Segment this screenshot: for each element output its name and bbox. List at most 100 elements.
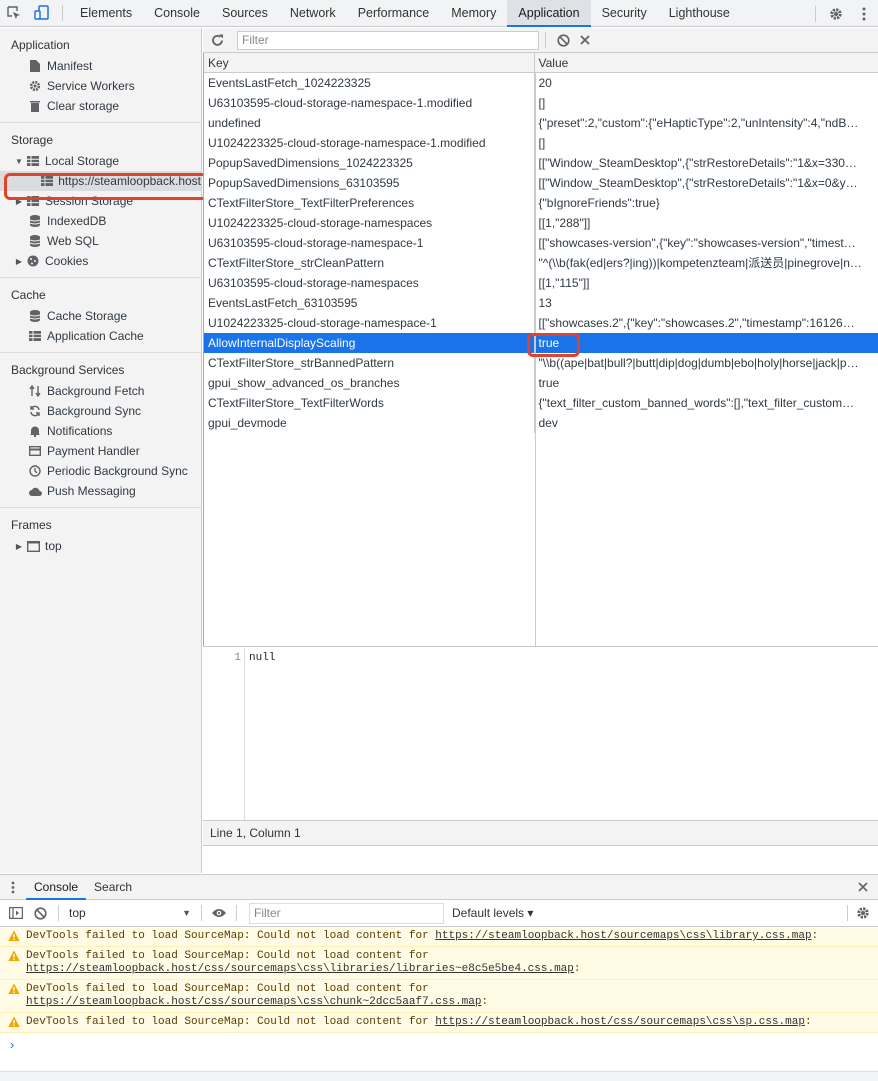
table-row[interactable]: CTextFilterStore_TextFilterPreferences {"…	[204, 193, 878, 213]
table-row[interactable]: gpui_show_advanced_os_branches true	[204, 373, 878, 393]
log-levels-dropdown[interactable]: Default levels ▾	[452, 906, 533, 920]
cell-value[interactable]: []	[535, 133, 878, 153]
cell-value[interactable]: {"text_filter_custom_banned_words":[],"t…	[535, 393, 878, 413]
close-drawer-icon[interactable]	[858, 881, 868, 895]
table-row[interactable]: U1024223325-cloud-storage-namespace-1 [["…	[204, 313, 878, 333]
table-row[interactable]: EventsLastFetch_63103595 13	[204, 293, 878, 313]
cell-key[interactable]: PopupSavedDimensions_63103595	[204, 173, 535, 193]
cell-key[interactable]: EventsLastFetch_63103595	[204, 293, 535, 313]
cell-value[interactable]: []	[535, 93, 878, 113]
table-row[interactable]: U1024223325-cloud-storage-namespace-1.mo…	[204, 133, 878, 153]
tab-performance[interactable]: Performance	[347, 0, 441, 27]
cell-value[interactable]: [["showcases-version",{"key":"showcases-…	[535, 233, 878, 253]
table-row[interactable]: PopupSavedDimensions_1024223325 [["Window…	[204, 153, 878, 173]
cell-key[interactable]: undefined	[204, 113, 535, 133]
cell-key[interactable]: gpui_devmode	[204, 413, 535, 433]
sidebar-item-frame-top[interactable]: ▶ top	[0, 536, 201, 556]
more-options-icon[interactable]	[850, 0, 878, 27]
cell-key[interactable]: CTextFilterStore_TextFilterPreferences	[204, 193, 535, 213]
table-row[interactable]: U1024223325-cloud-storage-namespaces [[1,…	[204, 213, 878, 233]
cell-key[interactable]: EventsLastFetch_1024223325	[204, 73, 535, 93]
clear-console-icon[interactable]	[28, 906, 52, 920]
drawer-tab-search[interactable]: Search	[86, 875, 140, 900]
cell-key[interactable]: AllowInternalDisplayScaling	[204, 333, 535, 353]
sidebar-item-cookies[interactable]: ▶ Cookies	[0, 251, 201, 271]
expand-down-icon[interactable]: ▼	[14, 157, 24, 166]
storage-filter-input[interactable]: Filter	[237, 30, 539, 50]
clear-all-icon[interactable]	[552, 33, 574, 47]
preview-code[interactable]: null	[249, 652, 275, 664]
tab-lighthouse[interactable]: Lighthouse	[658, 0, 741, 27]
cell-value[interactable]: [["Window_SteamDesktop",{"strRestoreDeta…	[535, 173, 878, 193]
cell-key[interactable]: CTextFilterStore_strBannedPattern	[204, 353, 535, 373]
execution-context-select[interactable]: top ▼	[65, 904, 195, 923]
sidebar-item-indexeddb[interactable]: IndexedDB	[0, 211, 201, 231]
cell-value[interactable]: true	[535, 373, 878, 393]
sidebar-item-periodic-background-sync[interactable]: Periodic Background Sync	[0, 461, 201, 481]
cell-key[interactable]: CTextFilterStore_TextFilterWords	[204, 393, 535, 413]
table-row[interactable]: gpui_devmode dev	[204, 413, 878, 433]
cell-value[interactable]: {"bIgnoreFriends":true}	[535, 193, 878, 213]
delete-selected-icon[interactable]	[574, 35, 596, 45]
sidebar-item-service-workers[interactable]: Service Workers	[0, 76, 201, 96]
sidebar-item-background-fetch[interactable]: Background Fetch	[0, 381, 201, 401]
cell-key[interactable]: gpui_show_advanced_os_branches	[204, 373, 535, 393]
tab-application[interactable]: Application	[507, 0, 591, 27]
inspect-element-icon[interactable]	[0, 0, 28, 27]
cell-key[interactable]: U1024223325-cloud-storage-namespace-1.mo…	[204, 133, 535, 153]
sidebar-item-local-storage[interactable]: ▼ Local Storage	[0, 151, 201, 171]
cell-value[interactable]: 20	[535, 73, 878, 93]
console-prompt[interactable]: ›	[0, 1033, 878, 1056]
cell-value[interactable]: true	[535, 333, 878, 353]
console-filter-input[interactable]: Filter	[249, 902, 444, 924]
table-row[interactable]: PopupSavedDimensions_63103595 [["Window_S…	[204, 173, 878, 193]
column-header-key[interactable]: Key	[204, 53, 535, 72]
value-preview-editor[interactable]: 1 null	[203, 648, 878, 820]
table-row[interactable]: U63103595-cloud-storage-namespaces [[1,"1…	[204, 273, 878, 293]
drawer-menu-icon[interactable]	[0, 881, 26, 894]
tab-memory[interactable]: Memory	[440, 0, 507, 27]
cell-value[interactable]: [["Window_SteamDesktop",{"strRestoreDeta…	[535, 153, 878, 173]
sourcemap-link[interactable]: https://steamloopback.host/css/sourcemap…	[26, 996, 481, 1008]
sourcemap-link[interactable]: https://steamloopback.host/css/sourcemap…	[435, 1016, 805, 1028]
sidebar-item-notifications[interactable]: Notifications	[0, 421, 201, 441]
column-header-value[interactable]: Value	[535, 53, 878, 72]
tab-console[interactable]: Console	[143, 0, 211, 27]
live-expression-eye-icon[interactable]	[208, 908, 230, 918]
sourcemap-link[interactable]: https://steamloopback.host/sourcemaps\cs…	[435, 930, 811, 942]
cell-value[interactable]: "^(\\b(fak(ed|ers?|ing))|kompetenzteam|派…	[535, 253, 878, 273]
settings-gear-icon[interactable]	[822, 0, 850, 27]
cell-value[interactable]: "\\b((ape|bat|bull?|butt|dip|dog|dumb|eb…	[535, 353, 878, 373]
sidebar-toggle-icon[interactable]	[4, 907, 28, 919]
cell-key[interactable]: U63103595-cloud-storage-namespace-1.modi…	[204, 93, 535, 113]
tab-elements[interactable]: Elements	[69, 0, 143, 27]
sidebar-item-push-messaging[interactable]: Push Messaging	[0, 481, 201, 501]
sidebar-item-background-sync[interactable]: Background Sync	[0, 401, 201, 421]
tab-network[interactable]: Network	[279, 0, 347, 27]
cell-key[interactable]: U63103595-cloud-storage-namespace-1	[204, 233, 535, 253]
refresh-icon[interactable]	[211, 34, 231, 47]
expand-right-icon[interactable]: ▶	[14, 542, 24, 551]
sidebar-item-web-sql[interactable]: Web SQL	[0, 231, 201, 251]
table-row[interactable]: undefined {"preset":2,"custom":{"eHapticT…	[204, 113, 878, 133]
table-row[interactable]: EventsLastFetch_1024223325 20	[204, 73, 878, 93]
tab-security[interactable]: Security	[591, 0, 658, 27]
tab-sources[interactable]: Sources	[211, 0, 279, 27]
sidebar-item-payment-handler[interactable]: Payment Handler	[0, 441, 201, 461]
cell-value[interactable]: [["showcases.2",{"key":"showcases.2","ti…	[535, 313, 878, 333]
sidebar-item-cache-storage[interactable]: Cache Storage	[0, 306, 201, 326]
cell-value[interactable]: [[1,"115"]]	[535, 273, 878, 293]
table-row[interactable]: U63103595-cloud-storage-namespace-1 [["sh…	[204, 233, 878, 253]
cell-key[interactable]: U1024223325-cloud-storage-namespaces	[204, 213, 535, 233]
table-row[interactable]: U63103595-cloud-storage-namespace-1.modi…	[204, 93, 878, 113]
sidebar-item-clear-storage[interactable]: Clear storage	[0, 96, 201, 116]
table-row[interactable]: CTextFilterStore_strCleanPattern "^(\\b(f…	[204, 253, 878, 273]
cell-value[interactable]: [[1,"288"]]	[535, 213, 878, 233]
cell-value[interactable]: {"preset":2,"custom":{"eHapticType":2,"u…	[535, 113, 878, 133]
cell-key[interactable]: U63103595-cloud-storage-namespaces	[204, 273, 535, 293]
cell-value[interactable]: dev	[535, 413, 878, 433]
expand-right-icon[interactable]: ▶	[14, 257, 24, 266]
table-row[interactable]: CTextFilterStore_TextFilterWords {"text_f…	[204, 393, 878, 413]
cell-key[interactable]: U1024223325-cloud-storage-namespace-1	[204, 313, 535, 333]
sidebar-item-manifest[interactable]: Manifest	[0, 56, 201, 76]
